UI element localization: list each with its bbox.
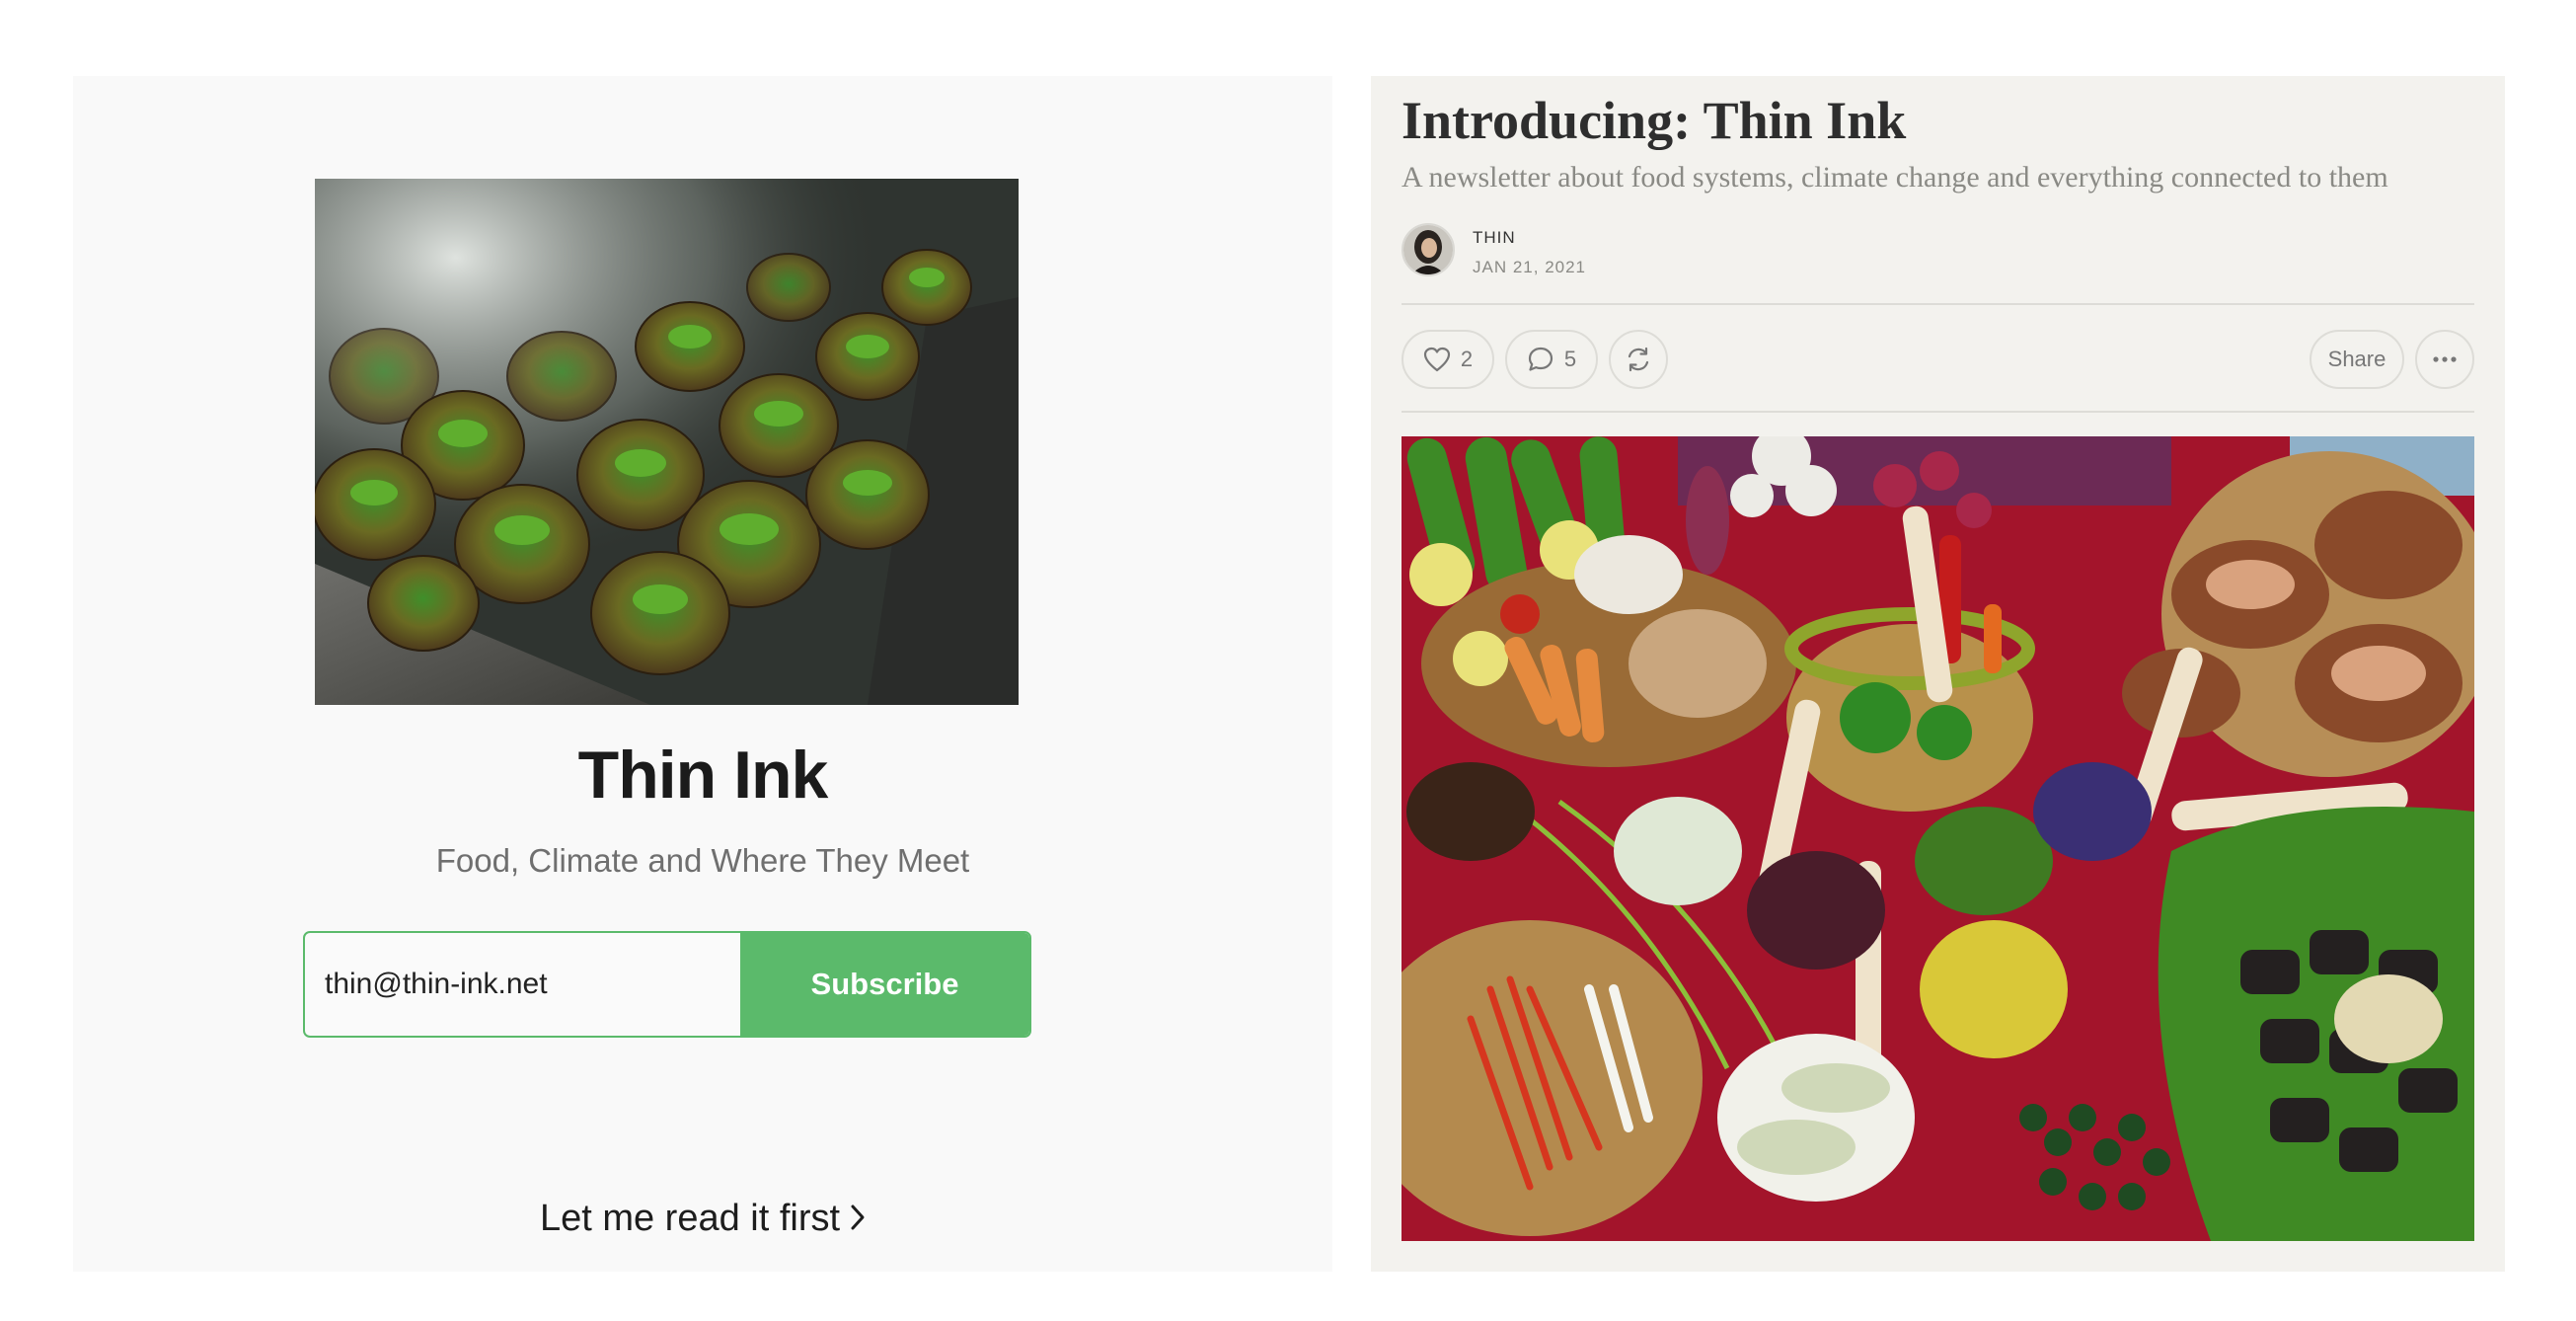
post-date: JAN 21, 2021 bbox=[1473, 258, 1587, 276]
subscribe-landing-panel: Thin Ink Food, Climate and Where They Me… bbox=[73, 76, 1332, 1272]
like-button[interactable]: 2 bbox=[1402, 330, 1494, 389]
publication-tagline: Food, Climate and Where They Meet bbox=[435, 842, 970, 879]
like-count: 2 bbox=[1460, 347, 1474, 371]
heart-icon bbox=[1423, 347, 1451, 372]
author-name[interactable]: THIN bbox=[1473, 228, 1516, 248]
food-market-illustration bbox=[1402, 436, 2474, 1241]
publication-title: Thin Ink bbox=[577, 738, 829, 813]
subscribe-button[interactable]: Subscribe bbox=[740, 933, 1029, 1036]
read-first-link[interactable]: Let me read it first bbox=[73, 1198, 1332, 1241]
email-input[interactable] bbox=[305, 933, 740, 1036]
share-button[interactable]: Share bbox=[2310, 330, 2404, 389]
divider bbox=[1402, 303, 2474, 305]
more-options-button[interactable] bbox=[2415, 330, 2474, 389]
grilled-artichokes-illustration bbox=[315, 179, 1019, 705]
comment-button[interactable]: 5 bbox=[1505, 330, 1598, 389]
chevron-right-icon bbox=[850, 1199, 866, 1241]
restack-button[interactable] bbox=[1609, 330, 1668, 389]
subscribe-form: Subscribe bbox=[303, 931, 1031, 1038]
share-label: Share bbox=[2327, 347, 2387, 371]
comment-icon bbox=[1527, 346, 1554, 373]
post-title[interactable]: Introducing: Thin Ink bbox=[1402, 90, 1906, 151]
post-cover-image[interactable] bbox=[1402, 436, 2474, 1241]
restack-icon bbox=[1625, 346, 1652, 373]
comment-count: 5 bbox=[1563, 347, 1577, 371]
author-avatar[interactable] bbox=[1402, 223, 1455, 276]
divider bbox=[1402, 411, 2474, 413]
post-panel: Introducing: Thin Ink A newsletter about… bbox=[1371, 76, 2505, 1272]
read-first-label: Let me read it first bbox=[539, 1198, 841, 1239]
hero-image bbox=[315, 179, 1019, 705]
more-icon bbox=[2432, 355, 2458, 363]
post-subtitle: A newsletter about food systems, climate… bbox=[1402, 161, 2388, 194]
